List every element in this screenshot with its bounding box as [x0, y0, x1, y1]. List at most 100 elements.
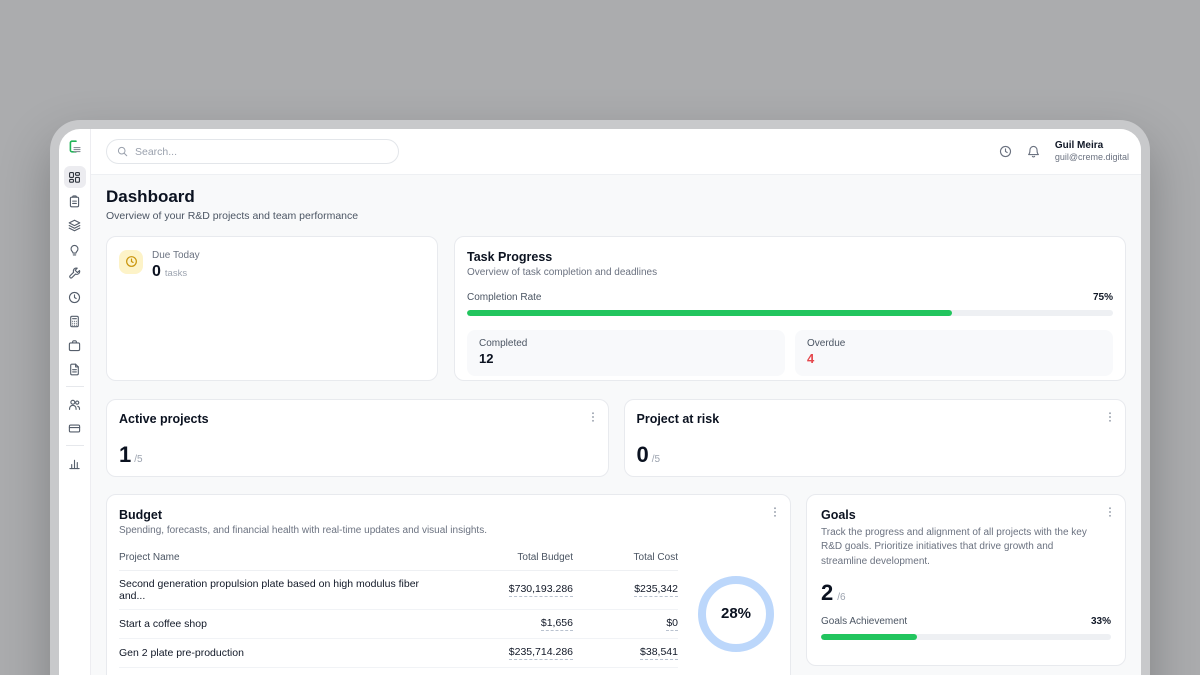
goals-subtitle: Track the progress and alignment of all …	[821, 526, 1111, 570]
goals-total: /6	[837, 592, 845, 603]
user-menu[interactable]: Guil Meira guil@creme.digital	[1055, 139, 1129, 164]
tasks-clipboard-icon	[68, 195, 81, 208]
total-cost-value[interactable]: $235,342	[634, 583, 678, 597]
search-box[interactable]	[106, 139, 399, 164]
task-progress-card: Task Progress Overview of task completio…	[454, 236, 1126, 381]
notifications-bell-icon[interactable]	[1027, 145, 1040, 158]
active-projects-title: Active projects	[119, 412, 596, 426]
sidebar-item-team[interactable]	[64, 393, 86, 415]
due-today-card: Due Today 0 tasks	[106, 236, 438, 381]
billing-card-icon	[68, 422, 81, 435]
goals-achievement-value: 33%	[1091, 616, 1111, 627]
completed-value: 12	[479, 351, 773, 366]
dashboard-grid-icon	[68, 171, 81, 184]
goals-achievement-label: Goals Achievement	[821, 616, 907, 627]
sidebar-item-calculator[interactable]	[64, 310, 86, 332]
search-input[interactable]	[135, 146, 388, 158]
active-projects-total: /5	[134, 454, 142, 465]
task-progress-subtitle: Overview of task completion and deadline…	[467, 267, 1113, 278]
budget-table-row[interactable]: Second generation propulsion plate based…	[119, 571, 678, 610]
budget-card: Budget Spending, forecasts, and financia…	[106, 494, 791, 675]
completed-stat-box: Completed 12	[467, 330, 785, 376]
project-at-risk-total: /5	[652, 454, 660, 465]
sidebar-divider	[66, 445, 84, 446]
total-cost-value[interactable]: $0	[666, 617, 678, 631]
kebab-menu-icon[interactable]	[1103, 505, 1117, 519]
total-budget-value[interactable]: $235,714.286	[509, 646, 573, 660]
sidebar-item-portfolio[interactable]	[64, 334, 86, 356]
user-name: Guil Meira	[1055, 139, 1129, 152]
project-name: Gen 2 plate pre-production	[119, 647, 443, 659]
budget-table-row[interactable]: Gen 2 plate pre-production $235,714.286 …	[119, 639, 678, 668]
sidebar-item-time[interactable]	[64, 286, 86, 308]
tools-wrench-icon	[68, 267, 81, 280]
budget-table: Project Name Total Budget Total Cost Sec…	[119, 548, 678, 675]
sidebar: V1.0	[59, 129, 91, 675]
goals-progress-fill	[821, 634, 917, 640]
sidebar-item-ideas[interactable]	[64, 238, 86, 260]
main-area: Guil Meira guil@creme.digital Dashboard …	[91, 129, 1141, 675]
desktop-background: V1.0 Guil Meira guil@creme.digita	[0, 0, 1200, 675]
kebab-menu-icon[interactable]	[1103, 410, 1117, 424]
sidebar-item-projects[interactable]	[64, 214, 86, 236]
time-clock-icon	[68, 291, 81, 304]
overdue-label: Overdue	[807, 338, 1101, 349]
active-projects-value: 1	[119, 444, 131, 466]
kebab-menu-icon[interactable]	[586, 410, 600, 424]
total-budget-value[interactable]: $730,193.286	[509, 583, 573, 597]
team-users-icon	[68, 398, 81, 411]
budget-usage-ring: 28%	[698, 576, 774, 652]
goals-card: Goals Track the progress and alignment o…	[806, 494, 1126, 666]
sidebar-divider	[66, 386, 84, 387]
calculator-icon	[68, 315, 81, 328]
col-total-cost: Total Cost	[634, 552, 678, 563]
page-title: Dashboard	[106, 187, 1126, 207]
goals-progress-bar	[821, 634, 1111, 640]
projects-layers-icon	[68, 219, 81, 232]
history-clock-icon[interactable]	[999, 145, 1012, 158]
total-budget-value[interactable]: $1,656	[541, 617, 573, 631]
budget-table-header: Project Name Total Budget Total Cost	[119, 548, 678, 571]
budget-subtitle: Spending, forecasts, and financial healt…	[119, 525, 778, 536]
due-today-label: Due Today	[152, 250, 200, 261]
project-at-risk-value: 0	[637, 444, 649, 466]
due-today-value: 0	[152, 263, 161, 281]
project-name: Start a coffee shop	[119, 618, 443, 630]
sidebar-item-tools[interactable]	[64, 262, 86, 284]
due-today-body: Due Today 0 tasks	[152, 250, 200, 281]
col-project-name: Project Name	[119, 552, 443, 563]
budget-table-row[interactable]: Creighton Beryllium mine project $0 $0	[119, 668, 678, 675]
reports-chart-icon	[68, 457, 81, 470]
topbar: Guil Meira guil@creme.digital	[91, 129, 1141, 175]
user-email: guil@creme.digital	[1055, 152, 1129, 164]
sidebar-item-reports[interactable]	[64, 452, 86, 474]
completion-progress-fill	[467, 310, 952, 316]
portfolio-briefcase-icon	[68, 339, 81, 352]
documents-file-icon	[68, 363, 81, 376]
col-total-budget: Total Budget	[517, 552, 573, 563]
sidebar-item-dashboard[interactable]	[64, 166, 86, 188]
task-progress-title: Task Progress	[467, 250, 1113, 264]
page-content: Dashboard Overview of your R&D projects …	[91, 175, 1141, 675]
budget-table-row[interactable]: Start a coffee shop $1,656 $0	[119, 610, 678, 639]
project-at-risk-title: Project at risk	[637, 412, 1114, 426]
kebab-menu-icon[interactable]	[768, 505, 782, 519]
overdue-value: 4	[807, 351, 1101, 366]
budget-usage-ring-wrap: 28%	[694, 576, 778, 675]
project-at-risk-card: Project at risk 0 /5	[624, 399, 1127, 477]
due-today-unit: tasks	[165, 268, 187, 279]
completion-progress-bar	[467, 310, 1113, 316]
sidebar-item-billing[interactable]	[64, 417, 86, 439]
topbar-actions: Guil Meira guil@creme.digital	[999, 139, 1129, 164]
sidebar-item-tasks[interactable]	[64, 190, 86, 212]
goals-value: 2	[821, 582, 833, 604]
ideas-lightbulb-icon	[68, 243, 81, 256]
page-subtitle: Overview of your R&D projects and team p…	[106, 210, 1126, 222]
sidebar-item-documents[interactable]	[64, 358, 86, 380]
budget-title: Budget	[119, 508, 778, 522]
project-name: Second generation propulsion plate based…	[119, 578, 443, 602]
active-projects-card: Active projects 1 /5	[106, 399, 609, 477]
app-window: V1.0 Guil Meira guil@creme.digita	[50, 120, 1150, 675]
total-cost-value[interactable]: $38,541	[640, 646, 678, 660]
due-today-clock-icon	[119, 250, 143, 274]
